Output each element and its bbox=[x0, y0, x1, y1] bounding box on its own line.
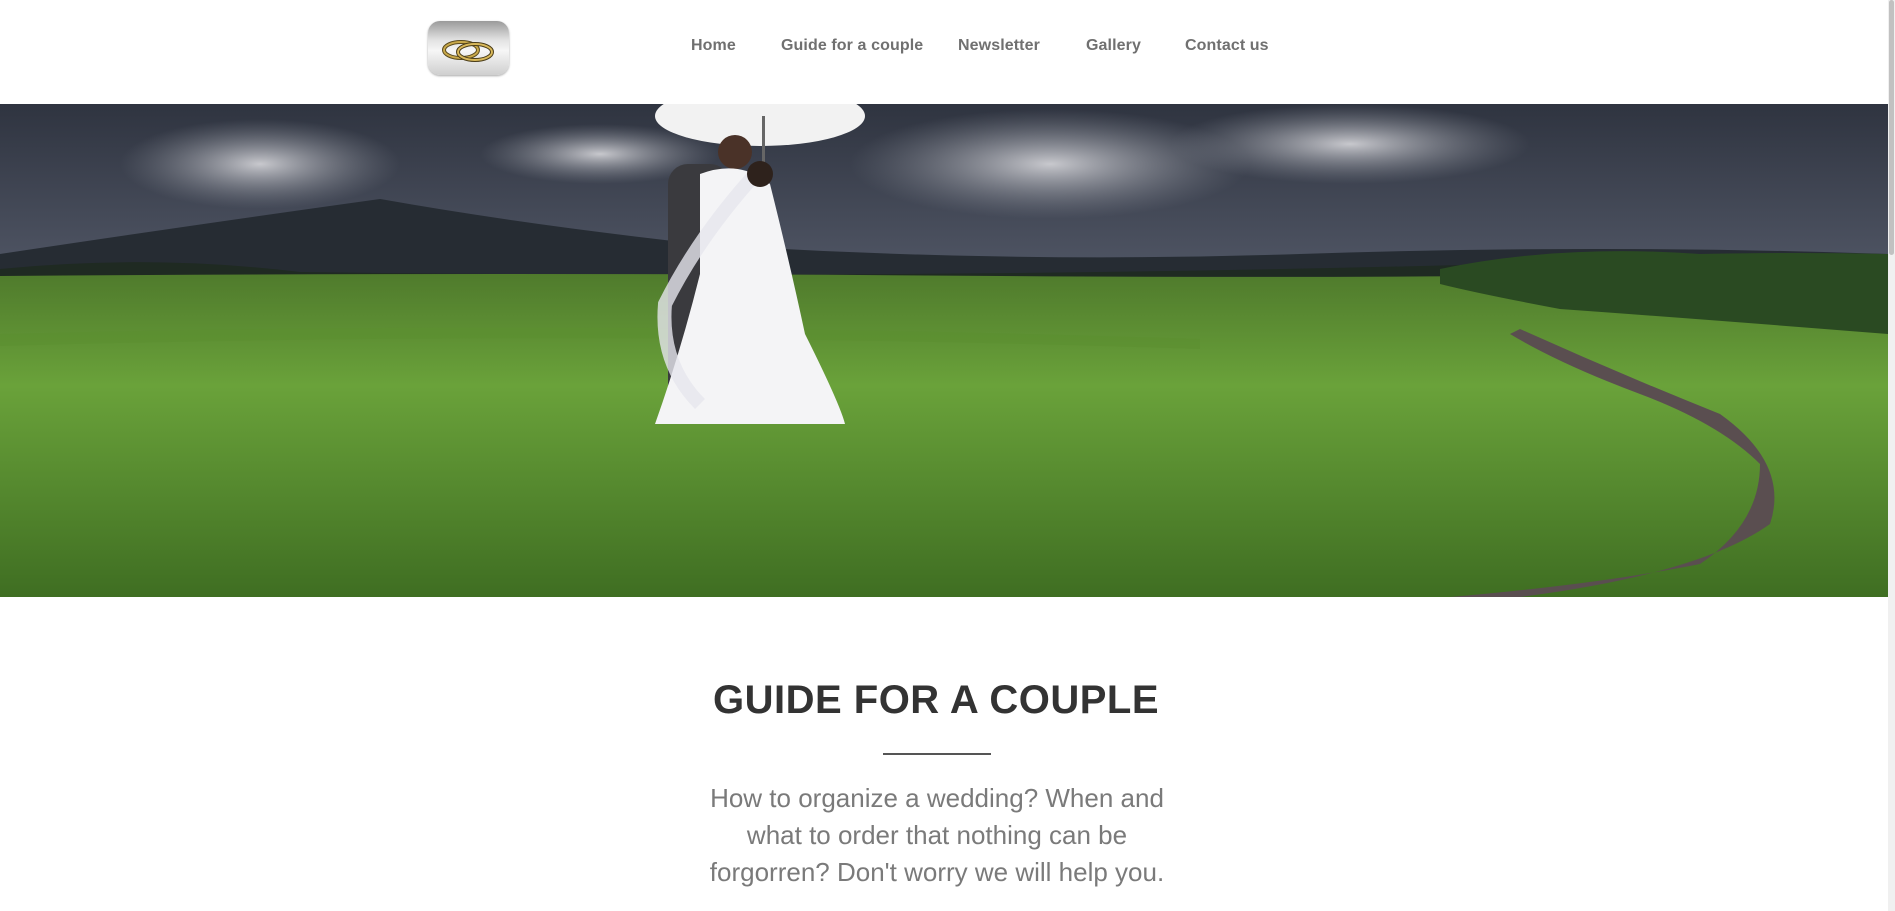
scrollbar-thumb[interactable] bbox=[1889, 0, 1894, 255]
section-title: GUIDE FOR A COUPLE bbox=[712, 678, 1160, 722]
hero-photo bbox=[0, 104, 1888, 597]
section-lead-text: How to organize a wedding? When and what… bbox=[709, 783, 1165, 887]
site-header: Home Guide for a couple Newsletter Galle… bbox=[0, 0, 1880, 104]
nav-newsletter[interactable]: Newsletter bbox=[958, 37, 1040, 55]
main-navigation: Home Guide for a couple Newsletter Galle… bbox=[0, 37, 1880, 61]
page-scrollbar[interactable] bbox=[1888, 0, 1895, 911]
nav-home[interactable]: Home bbox=[691, 37, 736, 55]
nav-contact-us[interactable]: Contact us bbox=[1185, 37, 1269, 55]
nav-gallery[interactable]: Gallery bbox=[1086, 37, 1141, 55]
hero-banner-image bbox=[0, 104, 1888, 597]
nav-guide-for-a-couple[interactable]: Guide for a couple bbox=[781, 37, 923, 55]
title-divider bbox=[883, 753, 991, 755]
